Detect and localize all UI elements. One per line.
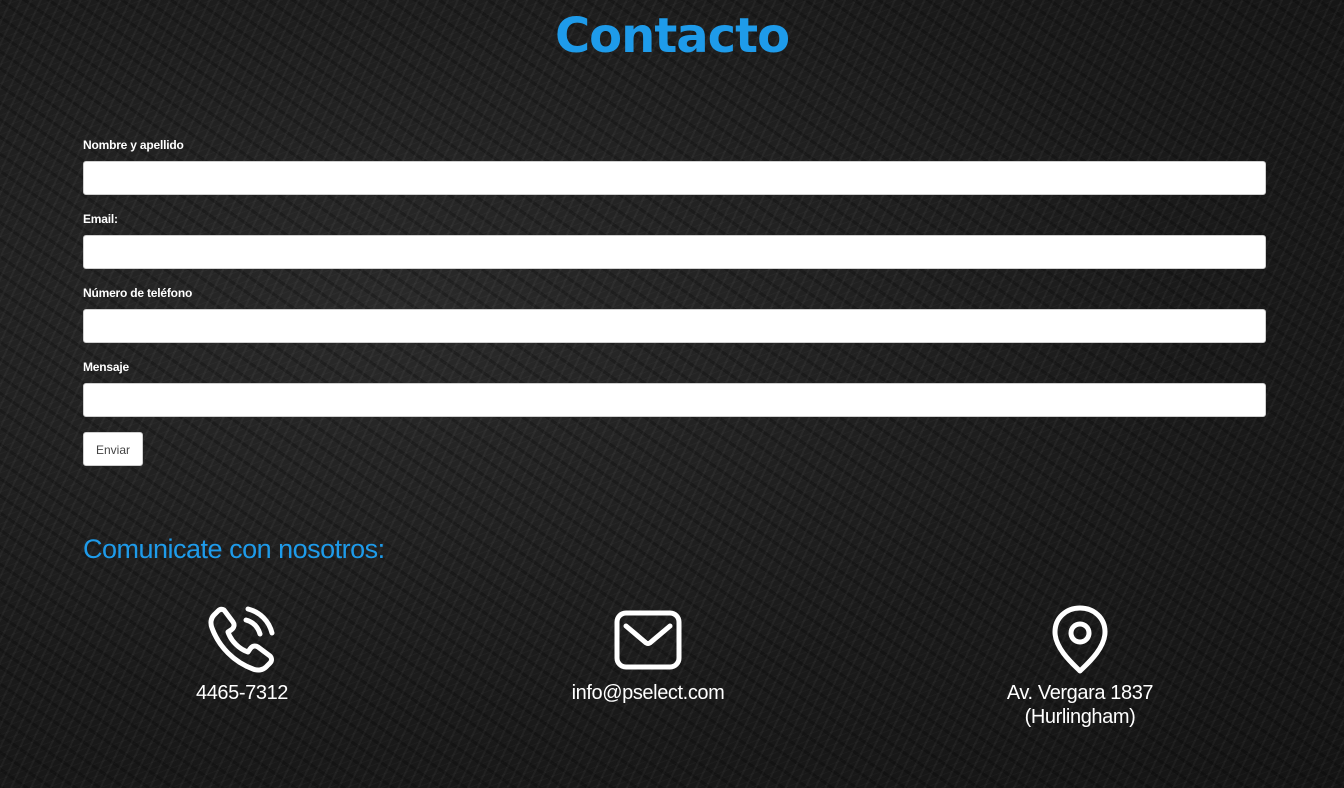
- contact-heading: Comunicate con nosotros:: [83, 534, 385, 564]
- message-input[interactable]: [83, 383, 1266, 417]
- phone-label: Número de teléfono: [83, 286, 193, 300]
- address-line-1: Av. Vergara 1837: [1006, 682, 1154, 704]
- email-input[interactable]: [83, 235, 1266, 269]
- phone-icon: [206, 604, 278, 676]
- address-line-2: (Hurlingham): [1024, 706, 1136, 728]
- message-label: Mensaje: [83, 360, 129, 374]
- phone-input[interactable]: [83, 309, 1266, 343]
- contact-phone: 4465-7312: [112, 604, 372, 705]
- name-label: Nombre y apellido: [83, 138, 184, 152]
- contact-address: Av. Vergara 1837 (Hurlingham): [950, 604, 1210, 729]
- submit-button[interactable]: Enviar: [83, 432, 143, 466]
- contact-email: info@pselect.com: [518, 604, 778, 705]
- map-pin-icon: [1044, 604, 1116, 676]
- email-label: Email:: [83, 212, 118, 226]
- envelope-icon: [612, 604, 684, 676]
- name-input[interactable]: [83, 161, 1266, 195]
- phone-number: 4465-7312: [195, 682, 289, 704]
- contact-form: Nombre y apellido Email: Número de teléf…: [83, 137, 1266, 466]
- page-title: Contacto: [554, 8, 790, 64]
- email-address: info@pselect.com: [571, 682, 725, 704]
